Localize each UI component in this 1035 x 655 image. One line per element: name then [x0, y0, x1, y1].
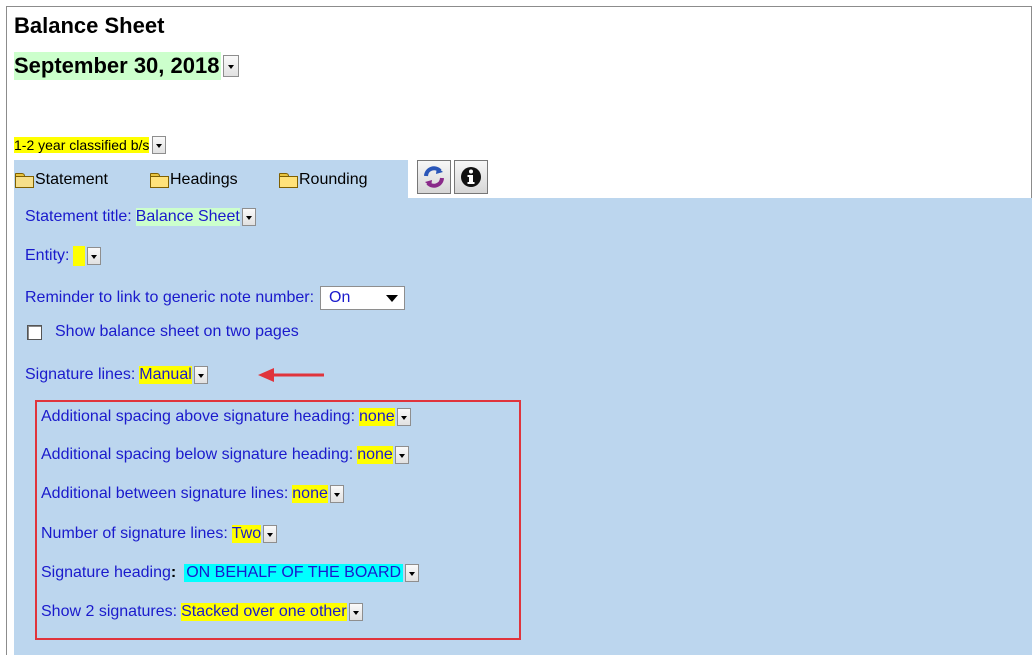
tab-statement-label: Statement — [35, 171, 108, 188]
signature-heading-row: Signature heading : ON BEHALF OF THE BOA… — [41, 564, 420, 582]
date-selector: September 30, 2018 — [14, 52, 240, 80]
signature-lines-row: Signature lines: Manual — [25, 366, 208, 384]
spacing-below-dropdown-button[interactable] — [394, 446, 409, 464]
number-lines-label: Number of signature lines: — [41, 525, 228, 542]
info-icon — [461, 167, 481, 187]
statement-title-value: Balance Sheet — [135, 208, 240, 226]
between-lines-value: none — [292, 485, 328, 503]
spacing-above-dropdown-button[interactable] — [396, 408, 411, 426]
tab-headings[interactable]: Headings — [150, 171, 238, 189]
signature-lines-value: Manual — [139, 366, 192, 384]
show-two-value: Stacked over one other — [181, 603, 347, 621]
statement-title-row: Statement title: Balance Sheet — [25, 208, 256, 226]
spacing-below-label: Additional spacing below signature headi… — [41, 446, 354, 463]
number-lines-dropdown-button[interactable] — [263, 525, 278, 543]
date-value: September 30, 2018 — [14, 52, 222, 80]
tab-headings-label: Headings — [170, 171, 238, 188]
two-pages-checkbox[interactable] — [27, 324, 42, 340]
tab-bar: Statement Headings Rounding — [14, 160, 1024, 198]
date-dropdown-button[interactable] — [223, 55, 240, 77]
signature-heading-dropdown-button[interactable] — [405, 564, 420, 582]
spacing-below-value: none — [357, 446, 393, 464]
between-lines-dropdown-button[interactable] — [329, 485, 344, 503]
info-button[interactable] — [454, 160, 488, 194]
reminder-select[interactable]: On — [320, 286, 406, 310]
chevron-down-icon — [386, 294, 399, 302]
number-lines-value: Two — [231, 525, 262, 543]
spacing-above-row: Additional spacing above signature headi… — [41, 408, 411, 426]
spacing-below-row: Additional spacing below signature headi… — [41, 446, 409, 464]
reminder-select-value: On — [329, 289, 351, 306]
folder-icon — [279, 173, 298, 188]
spacing-above-value: none — [359, 408, 395, 426]
signature-heading-label: Signature heading — [41, 564, 171, 581]
reminder-label: Reminder to link to generic note number: — [25, 289, 315, 306]
refresh-icon — [424, 166, 444, 188]
spacing-above-label: Additional spacing above signature headi… — [41, 408, 356, 425]
statement-title-dropdown-button[interactable] — [241, 208, 256, 226]
between-lines-row: Additional between signature lines: none — [41, 485, 344, 503]
between-lines-label: Additional between signature lines: — [41, 485, 289, 502]
two-pages-label: Show balance sheet on two pages — [55, 323, 299, 340]
signature-heading-value: ON BEHALF OF THE BOARD — [184, 564, 404, 582]
tab-rounding-label: Rounding — [299, 171, 368, 188]
classification-dropdown-button[interactable] — [152, 136, 167, 154]
reminder-row: Reminder to link to generic note number:… — [25, 286, 406, 310]
signature-heading-colon: : — [170, 564, 177, 581]
tab-statement[interactable]: Statement — [15, 171, 108, 189]
number-lines-row: Number of signature lines: Two — [41, 525, 278, 543]
show-two-dropdown-button[interactable] — [348, 603, 363, 621]
signature-lines-label: Signature lines: — [25, 366, 136, 383]
folder-icon — [150, 173, 169, 188]
classification-selector: 1-2 year classified b/s — [14, 136, 167, 154]
page-title: Balance Sheet — [14, 13, 165, 38]
signature-lines-dropdown-button[interactable] — [193, 366, 208, 384]
entity-row: Entity: — [25, 246, 102, 266]
classification-value: 1-2 year classified b/s — [14, 137, 150, 153]
tab-rounding[interactable]: Rounding — [279, 171, 368, 189]
entity-label: Entity: — [25, 247, 70, 264]
refresh-button[interactable] — [417, 160, 451, 194]
two-pages-row: Show balance sheet on two pages — [27, 323, 299, 341]
folder-open-icon — [15, 173, 34, 188]
statement-title-label: Statement title: — [25, 208, 132, 225]
annotation-arrow-icon — [258, 368, 324, 382]
show-two-label: Show 2 signatures: — [41, 603, 178, 620]
show-two-row: Show 2 signatures: Stacked over one othe… — [41, 603, 363, 621]
entity-dropdown-button[interactable] — [87, 247, 102, 265]
entity-value — [73, 246, 86, 266]
